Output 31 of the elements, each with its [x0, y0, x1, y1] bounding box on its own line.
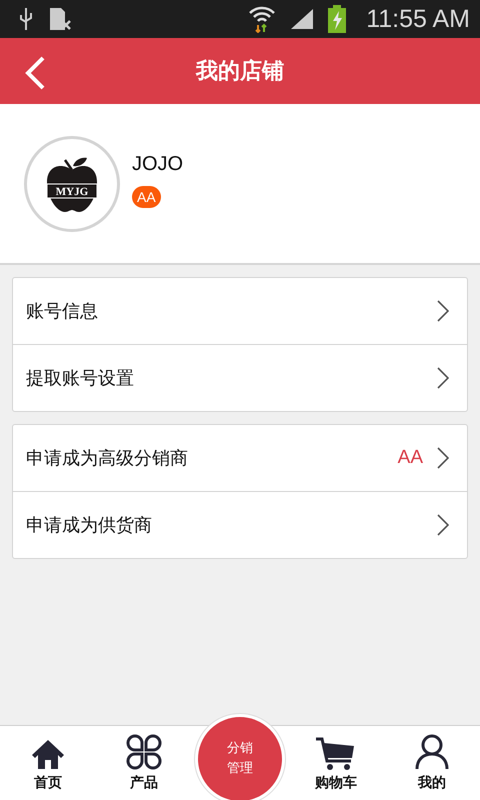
nav-tab[interactable]: 首页: [0, 726, 96, 800]
menu-label: 账号信息: [26, 300, 99, 323]
cart-icon: [315, 736, 357, 770]
chevron-right-icon: [437, 300, 449, 322]
nav-tab[interactable]: 我的: [384, 726, 480, 800]
home-icon: [30, 738, 66, 770]
level-badge: AA: [132, 186, 161, 208]
store-name: JOJO: [132, 153, 184, 176]
menu-row[interactable]: 申请成为供货商: [13, 491, 467, 558]
menu-row[interactable]: 提取账号设置: [13, 344, 467, 411]
distribution-button[interactable]: 分销管理: [195, 714, 285, 800]
chevron-right-icon: [437, 514, 449, 536]
menu-label: 申请成为供货商: [26, 514, 153, 537]
menu-value: AA: [398, 447, 423, 469]
menu-label: 申请成为高级分销商: [26, 447, 189, 470]
signal-icon: [290, 8, 314, 30]
nav-tab[interactable]: 产品: [96, 726, 192, 800]
nav-tab[interactable]: 购物车: [288, 726, 384, 800]
user-icon: [415, 734, 449, 770]
menu-label: 提取账号设置: [26, 367, 135, 390]
menu-row[interactable]: 账号信息: [13, 278, 467, 344]
chevron-right-icon: [437, 367, 449, 389]
usb-icon: [18, 7, 34, 31]
wifi-icon: [248, 5, 276, 33]
grid-icon: [126, 734, 162, 770]
status-time: 11:55 AM: [366, 4, 470, 34]
menu-row[interactable]: 申请成为高级分销商 AA: [13, 425, 467, 491]
chevron-right-icon: [437, 447, 449, 469]
sim-card-icon: [48, 7, 72, 31]
page-title: 我的店铺: [196, 58, 284, 86]
battery-icon: [328, 5, 346, 33]
